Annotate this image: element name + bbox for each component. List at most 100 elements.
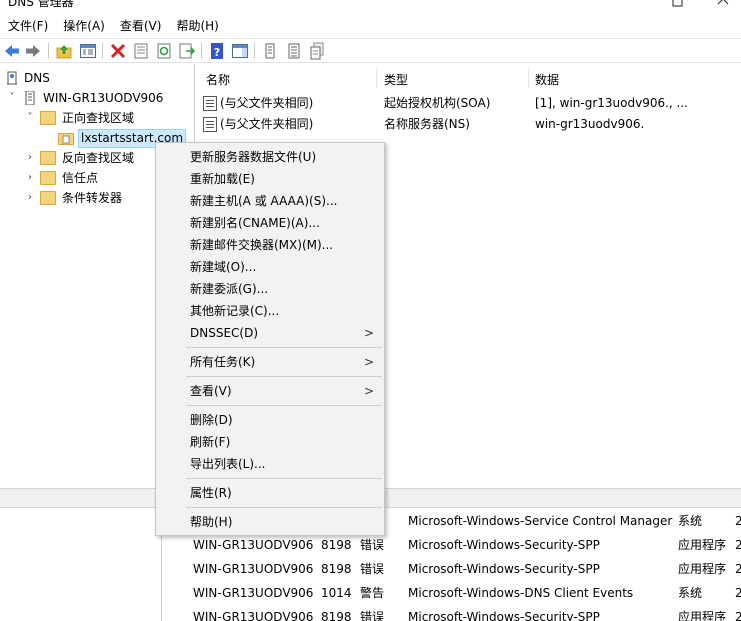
log-event-id: 8198 <box>321 538 352 552</box>
column-header-type[interactable]: 类型 <box>384 71 408 88</box>
column-divider[interactable] <box>528 68 529 88</box>
menu-bar: 文件(F) 操作(A) 查看(V) 帮助(H) <box>0 15 741 37</box>
menu-item-label: 新建域(O)... <box>190 260 257 274</box>
menu-item-label: 刷新(F) <box>190 435 231 449</box>
dns-manager-window: DNS 管理器 文件(F) 操作(A) 查看(V) 帮助(H) ? DNS ˅ … <box>0 0 741 621</box>
menu-item-new-domain[interactable]: 新建域(O)... <box>156 256 384 278</box>
host-record-icon[interactable] <box>261 42 279 60</box>
log-category: 系统 <box>678 514 703 528</box>
properties-icon[interactable] <box>132 42 150 60</box>
action-pane-icon[interactable] <box>231 42 249 60</box>
row-data: win-gr13uodv906. <box>535 117 645 131</box>
log-category: 系统 <box>678 586 703 600</box>
toolbar-separator <box>201 43 202 59</box>
minimize-icon[interactable] <box>655 0 701 11</box>
row-type: 名称服务器(NS) <box>384 117 470 131</box>
tree-label: WIN-GR13UODV906 <box>43 91 164 105</box>
chevron-right-icon: > <box>363 326 374 340</box>
menu-separator <box>186 347 382 348</box>
tree-node-forward-zones[interactable]: ˅ 正向查找区域 <box>4 108 184 128</box>
menu-item-new-delegation[interactable]: 新建委派(G)... <box>156 278 384 300</box>
log-row[interactable]: WIN-GR13UODV906 8198 错误 Microsoft-Window… <box>189 605 741 621</box>
refresh-icon[interactable] <box>155 42 173 60</box>
up-folder-icon[interactable] <box>55 42 73 60</box>
menu-item-label: 更新服务器数据文件(U) <box>190 150 317 164</box>
column-header-name[interactable]: 名称 <box>206 71 230 88</box>
tree-label: 反向查找区域 <box>62 151 135 165</box>
log-row[interactable]: WIN-GR13UODV906 8198 错误 Microsoft-Window… <box>189 557 741 581</box>
menu-file[interactable]: 文件(F) <box>0 15 55 37</box>
chevron-right-icon[interactable]: › <box>24 168 36 188</box>
menu-action[interactable]: 操作(A) <box>55 15 112 37</box>
menu-item-reload[interactable]: 重新加载(E) <box>156 168 384 190</box>
chevron-right-icon[interactable]: › <box>24 188 36 208</box>
column-header-data[interactable]: 数据 <box>535 71 559 88</box>
chevron-right-icon: > <box>363 384 374 398</box>
context-menu: 更新服务器数据文件(U) 重新加载(E) 新建主机(A 或 AAAA)(S)..… <box>155 142 385 536</box>
tree-node-dns[interactable]: DNS <box>4 68 184 88</box>
table-row[interactable]: (与父文件夹相同) 起始授权机构(SOA) [1], win-gr13uodv9… <box>196 93 741 113</box>
log-category: 应用程序 <box>678 610 727 621</box>
toolbar: ? <box>0 38 741 63</box>
log-source: Microsoft-Windows-Service Control Manage… <box>408 514 673 528</box>
log-computer: WIN-GR13UODV906 <box>193 586 314 600</box>
zone-folder-icon <box>58 131 74 145</box>
log-level: 错误 <box>360 538 385 552</box>
menu-item-dnssec[interactable]: DNSSEC(D) > <box>156 322 384 344</box>
chevron-right-icon: > <box>363 355 374 369</box>
row-type: 起始授权机构(SOA) <box>384 96 491 110</box>
log-row[interactable]: WIN-GR13UODV906 1014 警告 Microsoft-Window… <box>189 581 741 605</box>
menu-separator <box>186 376 382 377</box>
chevron-right-icon[interactable]: › <box>24 148 36 168</box>
log-tail: 2 <box>735 538 741 552</box>
log-tail: 2 <box>735 610 741 621</box>
menu-item-all-tasks[interactable]: 所有任务(K) > <box>156 351 384 373</box>
forward-arrow-icon[interactable] <box>24 42 42 60</box>
log-category: 应用程序 <box>678 562 727 576</box>
menu-item-label: 新建邮件交换器(MX)(M)... <box>190 238 334 252</box>
table-row[interactable]: (与父文件夹相同) 名称服务器(NS) win-gr13uodv906. <box>196 114 741 134</box>
menu-item-delete[interactable]: 删除(D) <box>156 409 384 431</box>
tree-node-server[interactable]: ˅ WIN-GR13UODV906 <box>4 88 184 108</box>
back-arrow-icon[interactable] <box>3 42 21 60</box>
help-icon[interactable]: ? <box>208 42 226 60</box>
menu-item-other-new-records[interactable]: 其他新记录(C)... <box>156 300 384 322</box>
toolbar-separator <box>102 43 103 59</box>
log-row[interactable]: WIN-GR13UODV906 8198 错误 Microsoft-Window… <box>189 533 741 557</box>
server-icon <box>22 90 38 106</box>
menu-item-new-host[interactable]: 新建主机(A 或 AAAA)(S)... <box>156 190 384 212</box>
menu-view[interactable]: 查看(V) <box>112 15 169 37</box>
menu-item-properties[interactable]: 属性(R) <box>156 482 384 504</box>
menu-item-update-server-data-file[interactable]: 更新服务器数据文件(U) <box>156 146 384 168</box>
record-icon <box>203 117 217 132</box>
menu-item-help[interactable]: 帮助(H) <box>156 511 384 533</box>
record-icon <box>203 96 217 111</box>
log-source: Microsoft-Windows-Security-SPP <box>408 610 600 621</box>
export-list-icon[interactable] <box>178 42 196 60</box>
log-computer: WIN-GR13UODV906 <box>193 610 314 621</box>
menu-item-label: DNSSEC(D) <box>190 326 259 340</box>
log-tail: 2 <box>735 562 741 576</box>
menu-separator <box>186 507 382 508</box>
column-divider[interactable] <box>376 68 377 88</box>
server-icon[interactable] <box>285 42 303 60</box>
log-computer: WIN-GR13UODV906 <box>193 538 314 552</box>
menu-item-refresh[interactable]: 刷新(F) <box>156 431 384 453</box>
delete-icon[interactable] <box>109 42 127 60</box>
row-name: (与父文件夹相同) <box>220 96 314 110</box>
chevron-down-icon[interactable]: ˅ <box>6 88 18 108</box>
zone-icon[interactable] <box>308 42 326 60</box>
menu-help[interactable]: 帮助(H) <box>168 15 225 37</box>
menu-item-view[interactable]: 查看(V) > <box>156 380 384 402</box>
row-data: [1], win-gr13uodv906., ... <box>535 96 688 110</box>
folder-icon <box>40 111 56 125</box>
tree-label: 条件转发器 <box>62 191 123 205</box>
menu-item-export-list[interactable]: 导出列表(L)... <box>156 453 384 475</box>
menu-item-new-alias[interactable]: 新建别名(CNAME)(A)... <box>156 212 384 234</box>
show-hide-tree-icon[interactable] <box>79 42 97 60</box>
menu-item-label: 新建主机(A 或 AAAA)(S)... <box>190 194 338 208</box>
chevron-down-icon[interactable]: ˅ <box>24 108 36 128</box>
close-icon[interactable] <box>700 0 741 11</box>
row-name: (与父文件夹相同) <box>220 117 314 131</box>
menu-item-new-mail-exchanger[interactable]: 新建邮件交换器(MX)(M)... <box>156 234 384 256</box>
